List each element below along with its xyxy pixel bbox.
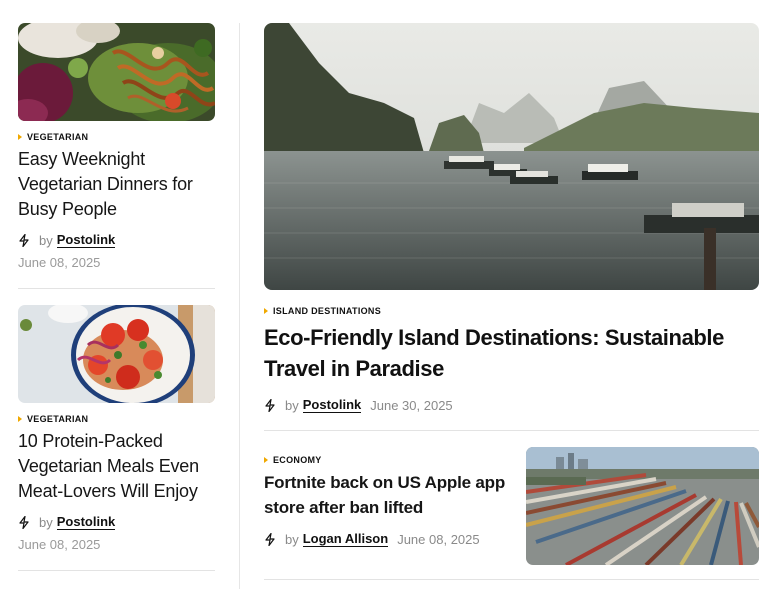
article-title[interactable]: Easy Weeknight Vegetarian Dinners for Bu…	[18, 147, 215, 222]
by-label: by	[285, 531, 299, 547]
divider	[264, 430, 759, 431]
publish-date: June 08, 2025	[18, 255, 101, 270]
by-label: by	[39, 232, 53, 248]
triangle-marker-icon	[18, 134, 22, 140]
bolt-icon	[264, 532, 276, 546]
divider	[264, 579, 759, 580]
publish-date: June 08, 2025	[18, 537, 101, 552]
author-link[interactable]: Logan Allison	[302, 531, 389, 547]
article-card: VEGETARIAN 10 Protein-Packed Vegetarian …	[18, 305, 215, 552]
featured-title[interactable]: Eco-Friendly Island Destinations: Sustai…	[264, 322, 759, 384]
author-link[interactable]: Postolink	[56, 514, 116, 530]
article-thumbnail-noodle-salad[interactable]	[18, 23, 215, 121]
article-meta: by Postolink	[18, 513, 215, 531]
article-title[interactable]: Fortnite back on US Apple app store afte…	[264, 470, 514, 520]
author-link[interactable]: Postolink	[56, 232, 116, 248]
article-text: ECONOMY Fortnite back on US Apple app st…	[264, 453, 514, 548]
article-title[interactable]: 10 Protein-Packed Vegetarian Meals Even …	[18, 429, 215, 504]
publish-date: June 08, 2025	[397, 531, 480, 547]
article-meta: by Postolink June 30, 2025	[264, 396, 759, 414]
bolt-icon	[264, 398, 276, 412]
category-label: VEGETARIAN	[27, 414, 89, 424]
article-card: ECONOMY Fortnite back on US Apple app st…	[264, 447, 759, 577]
category-label: VEGETARIAN	[27, 132, 89, 142]
article-meta: by Postolink	[18, 231, 215, 249]
category-tag[interactable]: ECONOMY	[264, 453, 514, 467]
category-tag[interactable]: ISLAND DESTINATIONS	[264, 304, 759, 318]
featured-article: ISLAND DESTINATIONS Eco-Friendly Island …	[264, 23, 759, 414]
divider	[18, 288, 215, 289]
category-tag[interactable]: VEGETARIAN	[18, 412, 215, 426]
triangle-marker-icon	[264, 457, 268, 463]
triangle-marker-icon	[18, 416, 22, 422]
by-label: by	[39, 514, 53, 530]
article-thumbnail-rail-yard[interactable]	[526, 447, 759, 565]
right-column: ISLAND DESTINATIONS Eco-Friendly Island …	[264, 23, 759, 580]
publish-date: June 30, 2025	[370, 397, 453, 413]
article-meta: by Logan Allison June 08, 2025	[264, 530, 514, 548]
author-link[interactable]: Postolink	[302, 397, 362, 413]
category-label: ECONOMY	[273, 455, 322, 465]
bolt-icon	[18, 233, 30, 247]
article-card: VEGETARIAN Easy Weeknight Vegetarian Din…	[18, 23, 215, 270]
by-label: by	[285, 397, 299, 413]
category-tag[interactable]: VEGETARIAN	[18, 130, 215, 144]
category-label: ISLAND DESTINATIONS	[273, 306, 382, 316]
article-thumbnail-tomato-salad[interactable]	[18, 305, 215, 403]
triangle-marker-icon	[264, 308, 268, 314]
left-column: VEGETARIAN Easy Weeknight Vegetarian Din…	[18, 23, 215, 571]
bolt-icon	[18, 515, 30, 529]
column-divider	[239, 23, 240, 589]
divider	[18, 570, 215, 571]
featured-image-island-bay[interactable]	[264, 23, 759, 290]
